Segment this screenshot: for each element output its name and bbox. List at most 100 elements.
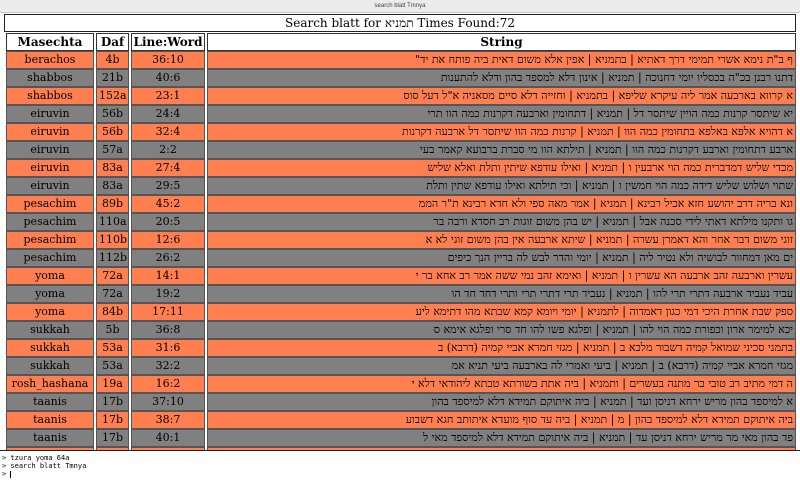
cell-daf: 89b — [96, 195, 129, 213]
cell-line-word: 26:2 — [131, 249, 205, 267]
cell-masechta: eiruvin — [6, 105, 94, 123]
header-row: Masechta Daf Line:Word String — [6, 33, 796, 51]
cell-daf: 17b — [96, 393, 129, 411]
cell-masechta: pesachim — [6, 195, 94, 213]
cell-daf: 4b — [96, 51, 129, 69]
cell-daf: 110a — [96, 213, 129, 231]
cell-masechta: taanis — [6, 411, 94, 429]
cell-masechta: shabbos — [6, 87, 94, 105]
cell-string: ספק שבת אחרת היכי דמי כגון דאמדוה | לתמנ… — [207, 303, 796, 321]
cell-string: ונא בריה דרב יהושע חזא אכיל רבינא | תמני… — [207, 195, 796, 213]
table-row[interactable]: pesachim 112b 26:2 ים מאן דמחוור לבושיה ולא… — [6, 249, 796, 267]
cell-line-word: 36:10 — [131, 51, 205, 69]
cell-string: בתמני סכיני שמואל קמיה דשבור מלכא ב | תמ… — [207, 339, 796, 357]
cell-string: פד בהון מאי מר מריש ירחא דניסן עד | תמני… — [207, 429, 796, 447]
col-header-string: String — [207, 33, 796, 51]
cell-masechta: yoma — [6, 303, 94, 321]
cell-line-word: 32:4 — [131, 123, 205, 141]
table-row[interactable]: taanis 17b 38:7 ביה איתוקם תמידא דלא למיספד… — [6, 411, 796, 429]
table-row[interactable]: taanis 17b 40:1 פד בהון מאי מר מריש ירחא דנ… — [6, 429, 796, 447]
col-header-masechta: Masechta — [6, 33, 94, 51]
table-row[interactable]: pesachim 110b 12:6 זוגי משום דבר אחר והא דא… — [6, 231, 796, 249]
cell-string: גו ותקנו מילתא דאתי לידי סכנה אבל | תמני… — [207, 213, 796, 231]
cell-masechta: eiruvin — [6, 141, 94, 159]
search-summary: Search blatt for תמניא Times Found:72 — [4, 14, 796, 32]
table-row[interactable]: rosh_hashana 19a 16:2 ה דמי מתיב רב טובי בר… — [6, 375, 796, 393]
table-row[interactable]: shabbos 152a 23:1 א קרווא בארבעה אמר ליה עי… — [6, 87, 796, 105]
cell-string: ביה איתוקם תמידא דלא למיספד בהון | מ | ת… — [207, 411, 796, 429]
cell-string: דתנו רבנן בכ"ה בכסליו יומי דחנוכה | תמני… — [207, 69, 796, 87]
table-row[interactable]: sukkah 5b 36:8 יכא למימר ארון וכפורת כמה הו… — [6, 321, 796, 339]
table-row[interactable]: eiruvin 56b 24:4 יא שיתסר קרנות כמה הויין ש… — [6, 105, 796, 123]
cell-string: זוגי משום דבר אחר והא דאמרן עשרה | תמניא… — [207, 231, 796, 249]
table-row[interactable]: taanis 17b 37:10 א למיספד בהון מריש ירחא דנ… — [6, 393, 796, 411]
cell-daf: 152a — [96, 87, 129, 105]
cell-line-word: 45:2 — [131, 195, 205, 213]
cell-line-word: 40:6 — [131, 69, 205, 87]
search-prefix: Search blatt for — [285, 16, 382, 30]
window-title: search blatt Tmnya — [0, 0, 800, 13]
table-row[interactable]: eiruvin 57a 2:2 ארבע דתחומין וארבע דקרנות כ… — [6, 141, 796, 159]
cell-masechta: sukkah — [6, 357, 94, 375]
cell-masechta: rosh_hashana — [6, 375, 94, 393]
text-cursor — [10, 470, 12, 478]
col-header-daf: Daf — [96, 33, 129, 51]
cell-string: יכא למימר ארון וכפורת כמה הוי להו | תמני… — [207, 321, 796, 339]
console-line: > tzura yoma 64a — [2, 454, 70, 462]
cell-masechta: pesachim — [6, 213, 94, 231]
cell-masechta: shabbos — [6, 69, 94, 87]
table-row[interactable]: sukkah 53a 32:2 מגזי חמרא אביי קמיה (דרבא) … — [6, 357, 796, 375]
cell-line-word: 17:11 — [131, 303, 205, 321]
cell-daf: 53a — [96, 339, 129, 357]
cell-line-word: 31:6 — [131, 339, 205, 357]
table-row[interactable]: berachos 4b 36:10 ף ב"ת נימא אשרי תמימי דרך… — [6, 51, 796, 69]
cell-string: ארבע דתחומין וארבע דקרנות כמה הוו | תמני… — [207, 141, 796, 159]
table-row[interactable]: yoma 72a 14:1 עשרין וארבעה זהב ארבעה הא עשר… — [6, 267, 796, 285]
table-row[interactable]: shabbos 21b 40:6 דתנו רבנן בכ"ה בכסליו יומי… — [6, 69, 796, 87]
table-row[interactable]: eiruvin 83a 27:4 מכדי שליש דמדברית כמה הוי … — [6, 159, 796, 177]
console-line: > search blatt Tmnya — [2, 462, 87, 470]
cell-string: מכדי שליש דמדברית כמה הוי ארבעין ו | תמנ… — [207, 159, 796, 177]
cell-masechta: pesachim — [6, 249, 94, 267]
cell-string: יא שיתסר קרנות כמה הויין שיתסר דל | תמני… — [207, 105, 796, 123]
cell-string: ה דמי מתיב רב טובי בר מתנה בעשרים | ותמנ… — [207, 375, 796, 393]
cell-daf: 5b — [96, 321, 129, 339]
cell-line-word: 38:7 — [131, 411, 205, 429]
cell-daf: 21b — [96, 69, 129, 87]
cell-line-word: 20:5 — [131, 213, 205, 231]
cell-masechta: pesachim — [6, 231, 94, 249]
found-count: Times Found:72 — [417, 16, 515, 30]
table-row[interactable]: sukkah 53a 31:6 בתמני סכיני שמואל קמיה דשבו… — [6, 339, 796, 357]
search-term: תמניא — [384, 16, 414, 30]
cell-line-word: 29:5 — [131, 177, 205, 195]
table-row[interactable]: eiruvin 83a 29:5 שתוי ושלוש שליש דידה כמה ה… — [6, 177, 796, 195]
cell-string: א למיספד בהון מריש ירחא דניסן ועד | תמני… — [207, 393, 796, 411]
cell-daf: 17b — [96, 411, 129, 429]
table-row[interactable]: pesachim 110a 20:5 גו ותקנו מילתא דאתי לידי… — [6, 213, 796, 231]
cell-daf: 17b — [96, 429, 129, 447]
cell-masechta: yoma — [6, 267, 94, 285]
cell-string: ים מאן דמחוור לבושיה ולא נטיר ליה | תמני… — [207, 249, 796, 267]
cell-daf: 84b — [96, 303, 129, 321]
cell-string: מגזי חמרא אביי קמיה (דרבא) ב | תמניא | ב… — [207, 357, 796, 375]
console-prompt[interactable]: > — [2, 470, 798, 478]
cell-string: א דהויא אלפא באלפא בתחומין כמה הוו | תמנ… — [207, 123, 796, 141]
cell-line-word: 32:2 — [131, 357, 205, 375]
cell-line-word: 12:6 — [131, 231, 205, 249]
cell-daf: 83a — [96, 159, 129, 177]
results-panel[interactable]: Masechta Daf Line:Word String berachos 4b… — [4, 33, 796, 450]
command-console[interactable]: > tzura yoma 64a > search blatt Tmnya > — [0, 450, 800, 500]
cell-string: שתוי ושלוש שליש דידה כמה הוי חמשין ו | ת… — [207, 177, 796, 195]
cell-masechta: yoma — [6, 285, 94, 303]
cell-daf: 110b — [96, 231, 129, 249]
cell-daf: 19a — [96, 375, 129, 393]
cell-line-word: 2:2 — [131, 141, 205, 159]
cell-masechta: sukkah — [6, 321, 94, 339]
table-row[interactable]: yoma 72a 19:2 עביד נעביד ארבעה דתרי תרי להו… — [6, 285, 796, 303]
cell-string: עשרין וארבעה זהב ארבעה הא עשרין ו | תמני… — [207, 267, 796, 285]
table-row[interactable]: pesachim 89b 45:2 ונא בריה דרב יהושע חזא אכ… — [6, 195, 796, 213]
cell-masechta: taanis — [6, 429, 94, 447]
table-row[interactable]: eiruvin 56b 32:4 א דהויא אלפא באלפא בתחומין… — [6, 123, 796, 141]
col-header-line-word: Line:Word — [131, 33, 205, 51]
table-row[interactable]: yoma 84b 17:11 ספק שבת אחרת היכי דמי כגון ד… — [6, 303, 796, 321]
